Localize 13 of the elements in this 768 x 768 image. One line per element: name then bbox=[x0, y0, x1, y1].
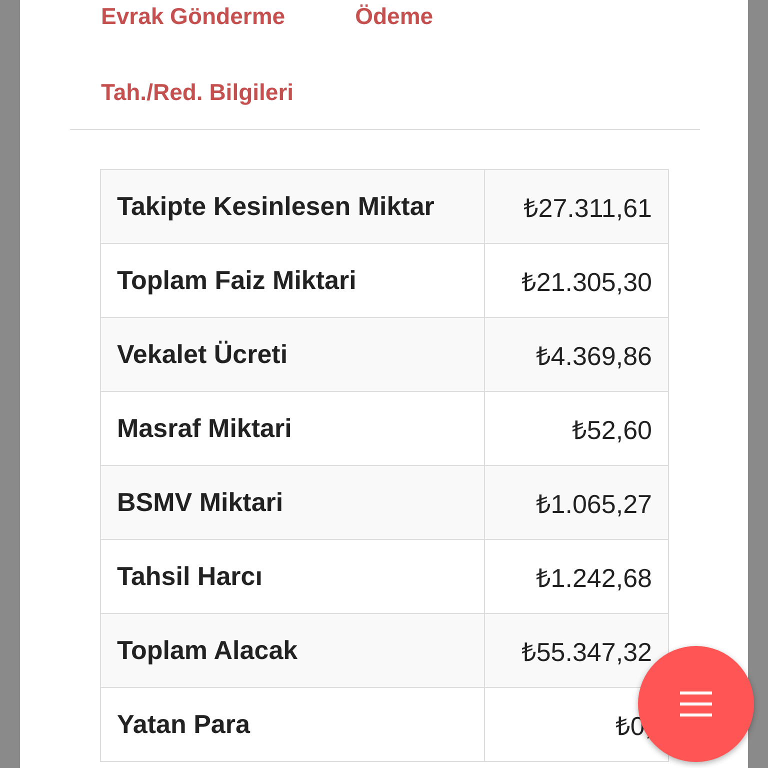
table-cell: Takipte Kesinlesen Miktar bbox=[100, 170, 484, 244]
tab-link[interactable]: Evrak Gönderme bbox=[101, 3, 286, 29]
table-cell: ₺27.311,61 bbox=[484, 170, 668, 244]
tab-link[interactable]: Ödeme bbox=[355, 3, 434, 29]
table-cell: ₺4.369,86 bbox=[484, 318, 668, 392]
tab-link[interactable]: Tah./Red. Bilgileri bbox=[101, 79, 294, 105]
table-cell: BSMV Miktari bbox=[100, 466, 484, 540]
menu-icon bbox=[680, 691, 712, 717]
table-cell: Yatan Para bbox=[100, 688, 484, 762]
table-cell: ₺55.347,32 bbox=[484, 614, 668, 688]
table-cell: Toplam Alacak bbox=[100, 614, 484, 688]
table-cell: Vekalet Ücreti bbox=[100, 318, 484, 392]
table-cell: ₺1.065,27 bbox=[484, 466, 668, 540]
